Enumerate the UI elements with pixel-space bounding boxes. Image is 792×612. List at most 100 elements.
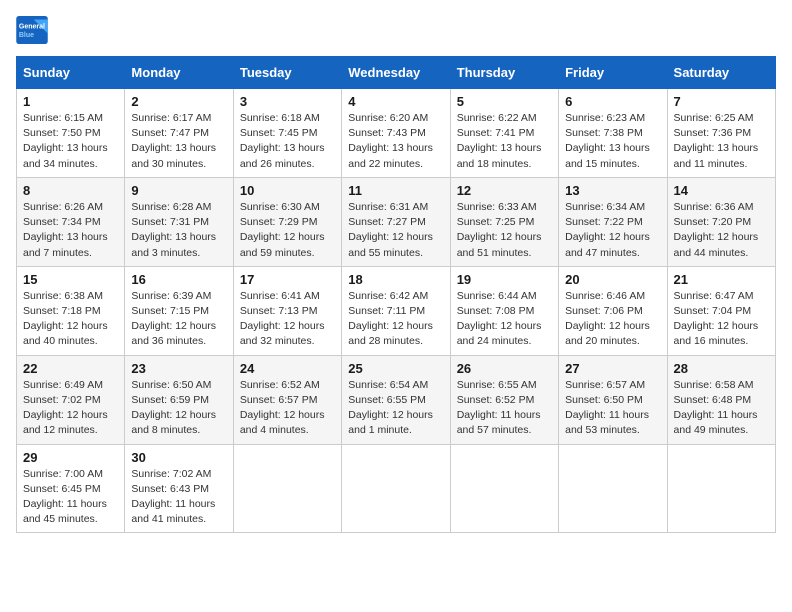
day-number: 21 [674, 272, 769, 287]
day-info: Sunrise: 6:54 AM Sunset: 6:55 PM Dayligh… [348, 378, 443, 439]
calendar-cell: 16Sunrise: 6:39 AM Sunset: 7:15 PM Dayli… [125, 266, 233, 355]
day-info: Sunrise: 7:02 AM Sunset: 6:43 PM Dayligh… [131, 467, 226, 528]
weekday-header: Saturday [667, 57, 775, 89]
day-number: 23 [131, 361, 226, 376]
day-info: Sunrise: 6:46 AM Sunset: 7:06 PM Dayligh… [565, 289, 660, 350]
calendar-week-row: 15 Sunrise: 6:38 AM Sunset: 7:18 PM Dayli… [17, 266, 776, 355]
day-number: 11 [348, 183, 443, 198]
calendar-cell: 2 Sunrise: 6:17 AM Sunset: 7:47 PM Daylig… [125, 89, 233, 178]
calendar-cell: 13 Sunrise: 6:34 AM Sunset: 7:22 PM Dayli… [559, 177, 667, 266]
day-info: Sunrise: 6:50 AM Sunset: 6:59 PM Dayligh… [131, 378, 226, 439]
day-number: 2 [131, 94, 226, 109]
day-number: 17 [240, 272, 335, 287]
day-number: 1 [23, 94, 118, 109]
calendar-cell: 3 Sunrise: 6:18 AM Sunset: 7:45 PM Daylig… [233, 89, 341, 178]
day-number: 10 [240, 183, 335, 198]
weekday-header: Monday [125, 57, 233, 89]
calendar-cell: 14 Sunrise: 6:36 AM Sunset: 7:20 PM Dayli… [667, 177, 775, 266]
calendar-cell: 18Sunrise: 6:42 AM Sunset: 7:11 PM Dayli… [342, 266, 450, 355]
day-number: 29 [23, 450, 118, 465]
calendar-cell [233, 444, 341, 533]
day-info: Sunrise: 6:30 AM Sunset: 7:29 PM Dayligh… [240, 200, 335, 261]
day-info: Sunrise: 6:38 AM Sunset: 7:18 PM Dayligh… [23, 289, 118, 350]
day-info: Sunrise: 7:00 AM Sunset: 6:45 PM Dayligh… [23, 467, 118, 528]
calendar-week-row: 29 Sunrise: 7:00 AM Sunset: 6:45 PM Dayli… [17, 444, 776, 533]
day-number: 15 [23, 272, 118, 287]
day-number: 19 [457, 272, 552, 287]
day-info: Sunrise: 6:34 AM Sunset: 7:22 PM Dayligh… [565, 200, 660, 261]
day-number: 26 [457, 361, 552, 376]
logo-icon: General Blue [16, 16, 48, 44]
day-number: 24 [240, 361, 335, 376]
day-number: 12 [457, 183, 552, 198]
calendar-cell [342, 444, 450, 533]
day-info: Sunrise: 6:44 AM Sunset: 7:08 PM Dayligh… [457, 289, 552, 350]
svg-text:Blue: Blue [19, 32, 34, 39]
day-info: Sunrise: 6:41 AM Sunset: 7:13 PM Dayligh… [240, 289, 335, 350]
header: General Blue [16, 16, 776, 44]
day-number: 13 [565, 183, 660, 198]
calendar-cell: 21Sunrise: 6:47 AM Sunset: 7:04 PM Dayli… [667, 266, 775, 355]
calendar-cell: 4Sunrise: 6:20 AM Sunset: 7:43 PM Daylig… [342, 89, 450, 178]
calendar-cell [559, 444, 667, 533]
day-info: Sunrise: 6:20 AM Sunset: 7:43 PM Dayligh… [348, 111, 443, 172]
day-number: 7 [674, 94, 769, 109]
day-info: Sunrise: 6:28 AM Sunset: 7:31 PM Dayligh… [131, 200, 226, 261]
weekday-header: Thursday [450, 57, 558, 89]
calendar-cell: 30Sunrise: 7:02 AM Sunset: 6:43 PM Dayli… [125, 444, 233, 533]
calendar-cell: 1 Sunrise: 6:15 AM Sunset: 7:50 PM Daylig… [17, 89, 125, 178]
day-info: Sunrise: 6:25 AM Sunset: 7:36 PM Dayligh… [674, 111, 769, 172]
day-info: Sunrise: 6:39 AM Sunset: 7:15 PM Dayligh… [131, 289, 226, 350]
day-number: 18 [348, 272, 443, 287]
calendar-table: SundayMondayTuesdayWednesdayThursdayFrid… [16, 56, 776, 533]
day-info: Sunrise: 6:57 AM Sunset: 6:50 PM Dayligh… [565, 378, 660, 439]
day-number: 28 [674, 361, 769, 376]
day-info: Sunrise: 6:23 AM Sunset: 7:38 PM Dayligh… [565, 111, 660, 172]
calendar-cell: 20 Sunrise: 6:46 AM Sunset: 7:06 PM Dayli… [559, 266, 667, 355]
calendar-cell: 9Sunrise: 6:28 AM Sunset: 7:31 PM Daylig… [125, 177, 233, 266]
calendar-cell [667, 444, 775, 533]
calendar-cell [450, 444, 558, 533]
weekday-header: Wednesday [342, 57, 450, 89]
calendar-cell: 25 Sunrise: 6:54 AM Sunset: 6:55 PM Dayli… [342, 355, 450, 444]
calendar-cell: 22 Sunrise: 6:49 AM Sunset: 7:02 PM Dayli… [17, 355, 125, 444]
day-number: 25 [348, 361, 443, 376]
day-number: 22 [23, 361, 118, 376]
calendar-cell: 5 Sunrise: 6:22 AM Sunset: 7:41 PM Daylig… [450, 89, 558, 178]
calendar-cell: 29 Sunrise: 7:00 AM Sunset: 6:45 PM Dayli… [17, 444, 125, 533]
calendar-cell: 17 Sunrise: 6:41 AM Sunset: 7:13 PM Dayli… [233, 266, 341, 355]
day-info: Sunrise: 6:36 AM Sunset: 7:20 PM Dayligh… [674, 200, 769, 261]
calendar-header-row: SundayMondayTuesdayWednesdayThursdayFrid… [17, 57, 776, 89]
svg-text:General: General [19, 23, 45, 30]
day-number: 20 [565, 272, 660, 287]
calendar-week-row: 8 Sunrise: 6:26 AM Sunset: 7:34 PM Daylig… [17, 177, 776, 266]
calendar-week-row: 22 Sunrise: 6:49 AM Sunset: 7:02 PM Dayli… [17, 355, 776, 444]
day-number: 14 [674, 183, 769, 198]
calendar-cell: 10 Sunrise: 6:30 AM Sunset: 7:29 PM Dayli… [233, 177, 341, 266]
calendar-cell: 26Sunrise: 6:55 AM Sunset: 6:52 PM Dayli… [450, 355, 558, 444]
weekday-header: Friday [559, 57, 667, 89]
day-number: 6 [565, 94, 660, 109]
day-info: Sunrise: 6:58 AM Sunset: 6:48 PM Dayligh… [674, 378, 769, 439]
calendar-week-row: 1 Sunrise: 6:15 AM Sunset: 7:50 PM Daylig… [17, 89, 776, 178]
calendar-cell: 7 Sunrise: 6:25 AM Sunset: 7:36 PM Daylig… [667, 89, 775, 178]
calendar-cell: 23 Sunrise: 6:50 AM Sunset: 6:59 PM Dayli… [125, 355, 233, 444]
day-number: 3 [240, 94, 335, 109]
calendar-cell: 12Sunrise: 6:33 AM Sunset: 7:25 PM Dayli… [450, 177, 558, 266]
day-number: 8 [23, 183, 118, 198]
calendar-cell: 27Sunrise: 6:57 AM Sunset: 6:50 PM Dayli… [559, 355, 667, 444]
weekday-header: Sunday [17, 57, 125, 89]
calendar-cell: 24Sunrise: 6:52 AM Sunset: 6:57 PM Dayli… [233, 355, 341, 444]
calendar-cell: 28 Sunrise: 6:58 AM Sunset: 6:48 PM Dayli… [667, 355, 775, 444]
day-info: Sunrise: 6:18 AM Sunset: 7:45 PM Dayligh… [240, 111, 335, 172]
day-info: Sunrise: 6:15 AM Sunset: 7:50 PM Dayligh… [23, 111, 118, 172]
day-number: 5 [457, 94, 552, 109]
day-info: Sunrise: 6:49 AM Sunset: 7:02 PM Dayligh… [23, 378, 118, 439]
day-info: Sunrise: 6:26 AM Sunset: 7:34 PM Dayligh… [23, 200, 118, 261]
day-info: Sunrise: 6:31 AM Sunset: 7:27 PM Dayligh… [348, 200, 443, 261]
day-info: Sunrise: 6:22 AM Sunset: 7:41 PM Dayligh… [457, 111, 552, 172]
calendar-cell: 15 Sunrise: 6:38 AM Sunset: 7:18 PM Dayli… [17, 266, 125, 355]
day-info: Sunrise: 6:17 AM Sunset: 7:47 PM Dayligh… [131, 111, 226, 172]
calendar-cell: 11 Sunrise: 6:31 AM Sunset: 7:27 PM Dayli… [342, 177, 450, 266]
calendar-cell: 6 Sunrise: 6:23 AM Sunset: 7:38 PM Daylig… [559, 89, 667, 178]
